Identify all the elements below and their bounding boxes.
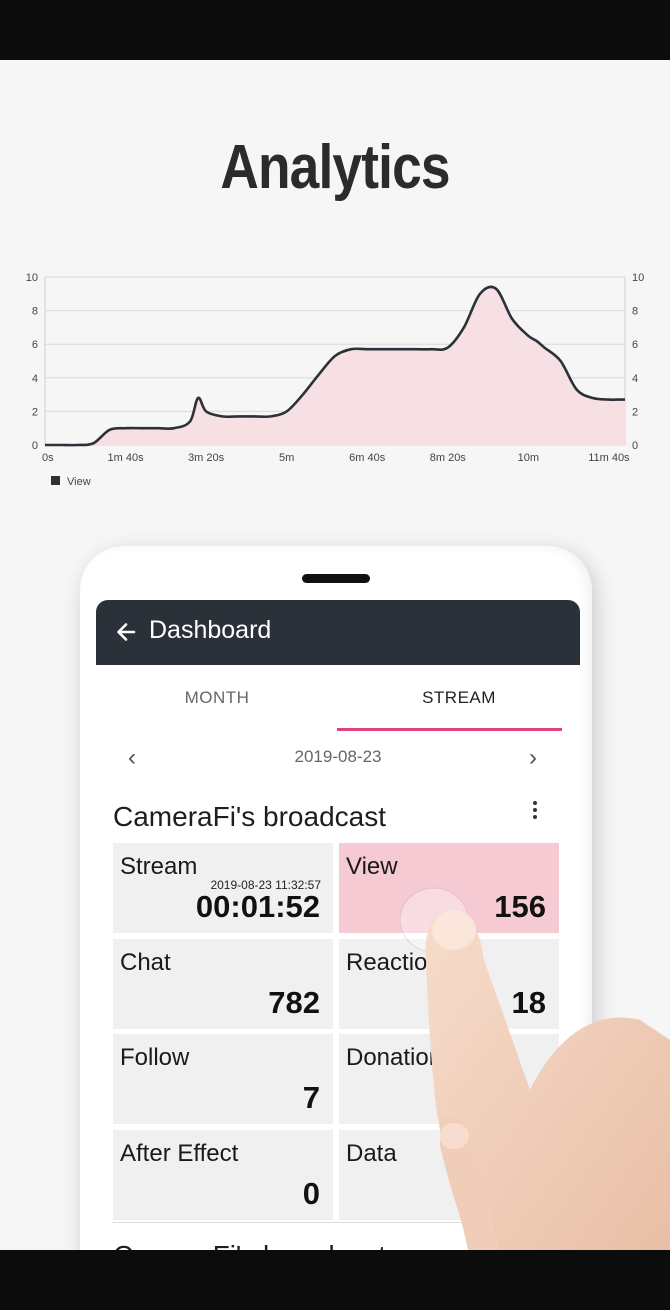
y-tick-right: 10 [632,272,644,284]
stat-donation[interactable]: Donation [339,1034,559,1124]
phone-screen: Dashboard MONTH STREAM ‹ 2019-08-23 › Ca… [96,600,580,1260]
x-tick-label: 1m 40s [108,452,145,464]
y-tick-right: 0 [632,440,638,452]
chevron-right-icon[interactable]: › [529,744,537,772]
x-tick-label: 6m 40s [349,452,386,464]
stat-label: View [346,853,398,880]
y-tick-left: 10 [26,272,38,284]
stat-value: 156 [494,889,546,924]
more-vertical-icon[interactable] [528,798,542,824]
y-tick-right: 8 [632,306,638,318]
stat-label: Donation [346,1044,443,1071]
app-bar: Dashboard [96,600,580,665]
headline: Analytics [220,133,450,202]
stat-value: 18 [511,985,546,1020]
stat-label: Stream [120,853,198,880]
bottom-black-bar [0,1250,670,1310]
y-tick-left: 0 [32,440,38,452]
x-tick-label: 3m 20s [188,452,225,464]
y-tick-left: 4 [32,373,38,385]
tab-stream[interactable]: STREAM [338,688,580,708]
y-tick-right: 6 [632,339,638,351]
stat-label: After Effect [120,1140,239,1167]
tab-month[interactable]: MONTH [96,688,338,708]
date-label: 2019-08-23 [294,747,382,766]
stat-chat[interactable]: Chat 782 [113,939,333,1029]
stat-label: Follow [120,1044,190,1071]
legend-label: View [67,476,91,488]
x-tick-label: 11m 40s [588,452,630,464]
stat-value: 0 [302,1176,320,1211]
stat-stream[interactable]: Stream 2019-08-23 11:32:57 00:01:52 [113,843,333,933]
stat-follow[interactable]: Follow 7 [113,1034,333,1124]
stat-reaction[interactable]: Reaction 18 [339,939,559,1029]
stat-view[interactable]: View 156 [339,843,559,933]
stat-value: 7 [302,1080,320,1115]
app-bar-title: Dashboard [149,616,272,644]
y-tick-right: 4 [632,373,638,385]
legend-swatch [51,476,60,485]
y-tick-left: 2 [32,406,38,418]
stat-label: Chat [120,949,171,976]
stat-value: 782 [268,985,320,1020]
x-tick-label: 10m [518,452,539,464]
stat-value: 00:01:52 [195,889,320,924]
stat-after-effect[interactable]: After Effect 0 [113,1130,333,1220]
view-chart: 0 0 2 2 4 4 6 6 8 8 10 10 0s 1m 40s 3m 20s 5m 6m 40s 8m 2… [26,272,645,488]
x-tick-label: 8m 20s [430,452,467,464]
y-tick-right: 2 [632,406,638,418]
arrow-left-icon[interactable] [114,620,138,644]
phone-speaker [302,574,370,583]
y-tick-left: 6 [32,339,38,351]
y-tick-left: 8 [32,306,38,318]
divider [112,1222,564,1223]
x-tick-label: 0s [42,452,54,464]
x-tick-label: 5m [279,452,294,464]
tab-indicator [337,728,562,731]
stat-value: 18 [511,1176,546,1211]
stat-data[interactable]: Data 18 [339,1130,559,1220]
stat-label: Data [346,1140,397,1167]
top-black-bar [0,0,670,60]
stat-label: Reaction [346,949,441,976]
broadcast-title: CameraFi's broadcast [113,801,386,832]
